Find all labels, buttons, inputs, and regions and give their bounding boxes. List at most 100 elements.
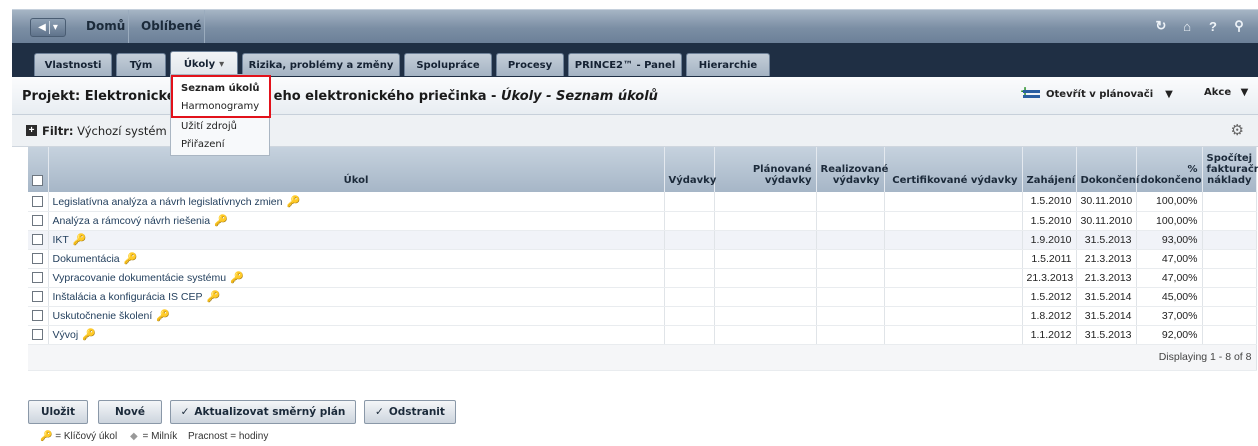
back-menu-button[interactable]: ◀ ▾ <box>30 18 66 37</box>
home-link[interactable]: Domů <box>86 19 125 33</box>
menu-item-uziti-zdroju[interactable]: Užití zdrojů <box>181 121 237 132</box>
project-title-rest: eho elektronického priečinka - <box>273 89 501 104</box>
table-row[interactable]: Dokumentácia 🔑 1.5.2011 21.3.2013 47,00% <box>28 249 1257 269</box>
row-checkbox[interactable] <box>32 272 44 284</box>
favorites-link[interactable]: Oblíbené <box>141 19 201 33</box>
button-bar: Uložit Nové ✓ Aktualizovat směrný plán ✓… <box>12 390 1258 428</box>
menu-item-harmonogramy[interactable]: Harmonogramy <box>181 101 259 112</box>
tab-vlastnosti[interactable]: Vlastnosti <box>34 53 112 76</box>
table-footer-row: Displaying 1 - 8 of 8 <box>28 344 1257 371</box>
column-header[interactable]: Spočítej fakturační náklady <box>1202 147 1258 192</box>
column-header[interactable]: Výdavky <box>664 147 716 192</box>
tab-hierarchie[interactable]: Hierarchie <box>686 53 770 76</box>
column-header[interactable]: % dokončeno <box>1136 147 1203 192</box>
legend: 🔑 = Klíčový úkol ◆ = Milník Pracnost = h… <box>40 431 268 442</box>
key-icon: 🔑 <box>286 195 301 208</box>
page-title: Projekt: Elektronické eho elektronického … <box>22 89 658 104</box>
back-arrow-icon: ◀ <box>38 22 46 33</box>
table-row[interactable]: Legislatívna analýza a návrh legislatívn… <box>28 192 1257 212</box>
task-name-link[interactable]: Dokumentácia <box>53 253 120 265</box>
help-icon[interactable]: ? <box>1204 17 1222 35</box>
key-icon: 🔑 <box>123 253 138 265</box>
tab-prince2-panel[interactable]: PRINCE2™ - Panel <box>568 53 682 76</box>
open-in-planner-button[interactable]: + Otevřít v plánovači ▼ <box>1020 84 1173 101</box>
percent-complete: 100,00% <box>1136 211 1203 231</box>
percent-complete: 45,00% <box>1136 287 1203 307</box>
column-header[interactable]: Realizované výdavky <box>816 147 888 192</box>
chevron-down-icon: ▾ <box>219 59 225 70</box>
task-name-link[interactable]: Vypracovanie dokumentácie systému <box>53 272 227 284</box>
table-row[interactable]: Inštalácia a konfigurácia IS CEP 🔑 1.5.20… <box>28 287 1257 307</box>
open-in-planner-label: Otevřít v plánovači <box>1046 88 1154 100</box>
key-icon: 🔑 <box>156 310 171 322</box>
end-date: 30.11.2010 <box>1076 211 1137 231</box>
row-checkbox[interactable] <box>32 234 44 246</box>
home-icon[interactable]: ⌂ <box>1178 17 1196 35</box>
key-icon: 🔑 <box>214 215 228 227</box>
actions-label: Akce <box>1204 87 1232 98</box>
search-icon[interactable]: ⚲ <box>1230 17 1248 35</box>
menu-item-prirazeni[interactable]: Přiřazení <box>181 139 225 150</box>
key-icon: 🔑 <box>82 329 96 341</box>
key-icon: 🔑 <box>230 272 244 284</box>
select-all-checkbox[interactable] <box>32 174 44 186</box>
task-name-link[interactable]: Inštalácia a konfigurácia IS CEP <box>53 291 203 303</box>
expand-filter-icon[interactable]: + <box>26 125 37 136</box>
task-name-link[interactable]: Analýza a rámcový návrh riešenia <box>53 215 211 227</box>
task-name-link[interactable]: Vývoj <box>53 329 79 341</box>
end-date: 31.5.2013 <box>1076 325 1137 345</box>
actions-menu[interactable]: Akce ▼ <box>1204 87 1248 98</box>
end-date: 31.5.2014 <box>1076 306 1137 326</box>
paging-info: Displaying 1 - 8 of 8 <box>28 344 1257 371</box>
table-row[interactable]: Uskutočnenie školení 🔑 1.8.2012 31.5.2014… <box>28 306 1257 326</box>
legend-milestone: = Milník <box>142 431 178 442</box>
row-checkbox[interactable] <box>32 291 44 303</box>
column-header[interactable]: Plánované výdavky <box>714 147 817 192</box>
refresh-icon[interactable]: ↻ <box>1152 17 1170 35</box>
page-subtitle: Úkoly - Seznam úkolů <box>500 89 658 104</box>
column-header[interactable]: Zahájení <box>1022 147 1077 192</box>
tab-procesy[interactable]: Procesy <box>496 53 564 76</box>
task-name-link[interactable]: Legislatívna analýza a návrh legislatívn… <box>53 196 283 208</box>
filter-label[interactable]: Filtr: Výchozí systém <box>42 124 167 138</box>
row-checkbox[interactable] <box>32 215 44 227</box>
update-baseline-button[interactable]: ✓ Aktualizovat směrný plán <box>170 400 356 424</box>
end-date: 21.3.2013 <box>1076 268 1137 288</box>
delete-button[interactable]: ✓ Odstranit <box>364 400 456 424</box>
tab-spoluprace[interactable]: Spolupráce <box>404 53 492 76</box>
key-icon: 🔑 <box>40 431 53 442</box>
top-icons: ↻ ⌂ ? ⚲ <box>1152 17 1248 35</box>
project-title-prefix: Projekt: Elektronické <box>22 89 176 104</box>
table-row[interactable]: Vypracovanie dokumentácie systému 🔑 21.3.… <box>28 268 1257 288</box>
row-checkbox[interactable] <box>32 253 44 265</box>
menu-item-seznam-ukolu[interactable]: Seznam úkolů <box>181 83 260 94</box>
start-date: 1.8.2012 <box>1022 306 1077 326</box>
page: ◀ ▾ Domů Oblíbené ↻ ⌂ ? ⚲ Vlastnosti Tým… <box>0 0 1258 446</box>
column-header[interactable]: Certifikované výdavky <box>884 147 1023 192</box>
percent-complete: 47,00% <box>1136 268 1203 288</box>
row-checkbox[interactable] <box>32 310 44 322</box>
table-row[interactable]: Analýza a rámcový návrh riešenia 🔑 1.5.20… <box>28 211 1257 231</box>
percent-complete: 47,00% <box>1136 249 1203 269</box>
percent-complete: 100,00% <box>1136 192 1203 212</box>
row-checkbox[interactable] <box>32 329 44 341</box>
start-date: 1.5.2010 <box>1022 192 1077 212</box>
tab-tym[interactable]: Tým <box>116 53 166 76</box>
table-row[interactable]: Vývoj 🔑 1.1.2012 31.5.2013 92,00% <box>28 325 1257 345</box>
key-icon: 🔑 <box>72 234 87 246</box>
table-row[interactable]: IKT 🔑 1.9.2010 31.5.2013 93,00% <box>28 230 1257 250</box>
task-name-link[interactable]: IKT <box>53 234 69 246</box>
task-name-link[interactable]: Uskutočnenie školení <box>53 310 153 322</box>
column-header[interactable]: Dokončení <box>1076 147 1139 192</box>
row-checkbox[interactable] <box>32 195 44 207</box>
new-button[interactable]: Nové <box>98 400 162 424</box>
percent-complete: 92,00% <box>1136 325 1203 345</box>
task-table: Úkol Výdavky Plánované výdavky Realizova… <box>28 147 1258 371</box>
start-date: 1.5.2012 <box>1022 287 1077 307</box>
check-icon: ✓ <box>375 406 384 418</box>
gear-icon[interactable]: ⚙ <box>1231 121 1244 139</box>
tab-rizika[interactable]: Rizika, problémy a změny <box>242 53 400 76</box>
top-bar: ◀ ▾ Domů Oblíbené ↻ ⌂ ? ⚲ <box>12 9 1258 44</box>
column-header[interactable]: Úkol <box>48 147 665 192</box>
save-button[interactable]: Uložit <box>28 400 88 424</box>
